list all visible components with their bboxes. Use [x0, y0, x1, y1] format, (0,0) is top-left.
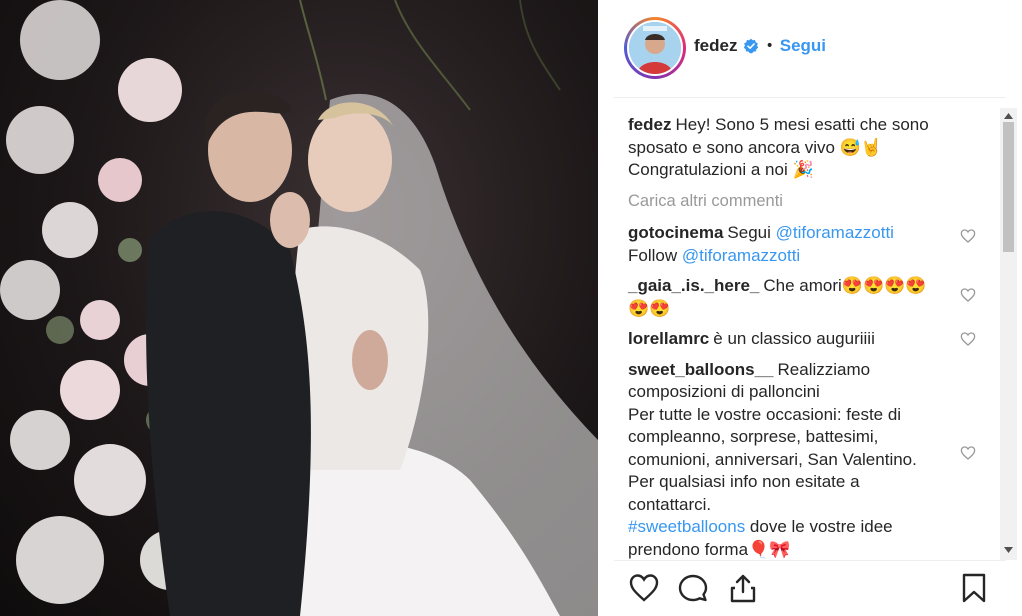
comment-bubble-icon[interactable]	[677, 572, 709, 604]
comment-username[interactable]: sweet_balloons__	[628, 360, 774, 379]
comments-list: fedez Hey! Sono 5 mesi esatti che sono sp…	[628, 114, 978, 569]
header-username-row: fedez • Segui	[694, 36, 826, 56]
avatar-image	[629, 22, 681, 74]
comment-item: _gaia_.is._here_ Che amori😍😍😍😍 😍😍	[628, 275, 978, 320]
share-icon[interactable]	[727, 572, 759, 604]
heart-icon[interactable]	[628, 572, 660, 604]
caption-username[interactable]: fedez	[628, 115, 671, 134]
follow-button[interactable]: Segui	[780, 36, 826, 56]
caption: fedez Hey! Sono 5 mesi esatti che sono sp…	[628, 114, 978, 182]
bookmark-icon[interactable]	[958, 572, 990, 604]
wedding-photo-illustration	[0, 0, 598, 616]
scroll-down-arrow-icon[interactable]	[1003, 546, 1014, 554]
comment-username[interactable]: lorellamrc	[628, 329, 709, 348]
separator-dot: •	[765, 38, 774, 54]
comment-text: Realizziamo composizioni di palloncini P…	[628, 359, 917, 559]
comment-username[interactable]: gotocinema	[628, 223, 723, 242]
comment-item: sweet_balloons__ Realizziamo composizioni…	[628, 359, 978, 562]
comment-item: lorellamrc è un classico auguriiii	[628, 328, 978, 351]
post-username[interactable]: fedez	[694, 36, 737, 56]
story-ring[interactable]	[624, 17, 686, 79]
caption-text: Hey! Sono 5 mesi esatti che sono sposato…	[628, 115, 929, 179]
post-photo[interactable]	[0, 0, 598, 616]
load-more-comments-button[interactable]: Carica altri commenti	[628, 190, 978, 213]
comment-item: gotocinema Segui @tiforamazzotti Follow @…	[628, 222, 978, 267]
actions-divider	[614, 560, 1006, 561]
comment-like-heart-icon[interactable]	[960, 228, 976, 244]
comments-scrollbar-thumb[interactable]	[1003, 122, 1014, 252]
comment-like-heart-icon[interactable]	[960, 331, 976, 347]
comment-like-heart-icon[interactable]	[960, 287, 976, 303]
post-header: fedez • Segui	[614, 0, 1006, 98]
scroll-up-arrow-icon[interactable]	[1003, 112, 1014, 120]
comment-like-heart-icon[interactable]	[960, 445, 976, 461]
comment-text: è un classico auguriiii	[713, 329, 875, 348]
comment-username[interactable]: _gaia_.is._here_	[628, 276, 759, 295]
verified-badge-icon	[744, 38, 759, 54]
avatar[interactable]	[627, 20, 683, 76]
